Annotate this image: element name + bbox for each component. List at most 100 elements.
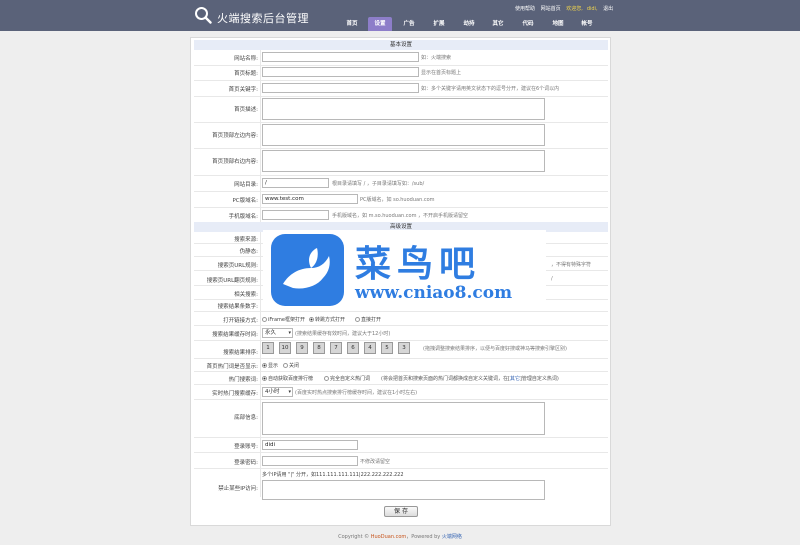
nav-tab-code[interactable]: 代码 bbox=[516, 17, 540, 31]
search-url-rule-label: 搜索页URL规则: bbox=[217, 263, 258, 269]
search-logo-icon bbox=[195, 7, 212, 24]
open-mode-iframe[interactable]: iFrame框架打开 bbox=[262, 316, 305, 323]
mobile-domain-input[interactable] bbox=[262, 210, 329, 220]
row-divider bbox=[194, 65, 608, 66]
footer-site-link[interactable]: HuoDuan.com bbox=[371, 534, 407, 540]
site-dir-hint: 根目录请填写 / ，子目录请填写如：/sub/ bbox=[332, 181, 425, 187]
result-count-label: 搜索结果条数字: bbox=[217, 304, 258, 310]
rank-item[interactable]: 1 bbox=[262, 342, 274, 354]
rank-item[interactable]: 3 bbox=[398, 342, 410, 354]
search-source-label: 搜索来源: bbox=[234, 237, 258, 243]
copyright-text: Copyright © bbox=[338, 534, 370, 540]
radio-button[interactable] bbox=[262, 317, 267, 322]
row-divider bbox=[194, 148, 608, 149]
radio-button[interactable] bbox=[283, 363, 288, 368]
welcome-text: 欢迎您, bbox=[566, 6, 583, 12]
row-divider bbox=[194, 399, 608, 400]
hot-show-on[interactable]: 显示 bbox=[262, 362, 278, 369]
radio-button[interactable] bbox=[324, 376, 329, 381]
hot-cache-select[interactable]: 4小时 ▾ bbox=[262, 387, 293, 397]
rank-item[interactable]: 6 bbox=[347, 342, 359, 354]
top-right-label: 首页顶部右边内容: bbox=[212, 159, 258, 165]
login-pass-hint: 不修改请留空 bbox=[360, 459, 391, 465]
login-pass-input[interactable] bbox=[262, 456, 358, 466]
row-divider bbox=[194, 468, 608, 469]
radio-button-checked[interactable] bbox=[309, 317, 314, 322]
footer-brand-link[interactable]: 火端网络 bbox=[442, 534, 462, 540]
rank-list: 1 10 9 8 7 6 4 5 3 bbox=[262, 342, 422, 356]
row-divider bbox=[194, 175, 608, 176]
pseudo-static-label: 伪静态: bbox=[239, 249, 258, 255]
rank-item[interactable]: 9 bbox=[296, 342, 308, 354]
nav-tab-extend[interactable]: 扩展 bbox=[427, 17, 451, 31]
page-footer: Copyright © HuoDuan.com，Powered by 火端网络 bbox=[0, 533, 800, 540]
hot-words-custom[interactable]: 完全自定义热门词 bbox=[324, 375, 370, 382]
row-divider bbox=[194, 96, 608, 97]
mobile-domain-hint: 手机版域名，如 m.so.huoduan.com ，不开启手机版请留空 bbox=[332, 213, 469, 219]
hot-words-auto[interactable]: 自动获取百度排行榜 bbox=[262, 375, 313, 382]
site-dir-input[interactable]: / bbox=[262, 178, 329, 188]
site-name-hint: 如：火端搜索 bbox=[421, 55, 452, 61]
login-user-input[interactable]: didi bbox=[262, 440, 358, 450]
search-url-page-rule-label: 搜索页URL翻页规则: bbox=[206, 278, 258, 284]
save-button[interactable]: 保 存 bbox=[384, 506, 418, 517]
nav-tab-home[interactable]: 首页 bbox=[340, 17, 364, 31]
home-keywords-label: 首页关键字: bbox=[228, 87, 258, 93]
other-settings-link[interactable]: 其它 bbox=[510, 376, 520, 382]
home-title-input[interactable] bbox=[262, 67, 419, 77]
home-title-label: 首页标题: bbox=[234, 71, 258, 77]
nav-tab-account[interactable]: 帐号 bbox=[575, 17, 599, 31]
row-divider bbox=[194, 207, 608, 208]
radio-button[interactable] bbox=[355, 317, 360, 322]
app-title: 火端搜索后台管理 bbox=[217, 12, 309, 25]
cache-time-select[interactable]: 永久 ▾ bbox=[262, 328, 293, 338]
nav-tab-sitemap[interactable]: 地图 bbox=[546, 17, 570, 31]
home-title-hint: 显示在首页标题上 bbox=[421, 70, 462, 76]
radio-button-checked[interactable] bbox=[262, 363, 267, 368]
footer-info-label: 底部信息: bbox=[234, 415, 258, 421]
rank-item[interactable]: 10 bbox=[279, 342, 291, 354]
open-mode-redirect[interactable]: 转跳方式打开 bbox=[309, 316, 345, 323]
site-name-input[interactable] bbox=[262, 52, 419, 62]
ban-ip-textarea[interactable] bbox=[262, 480, 545, 500]
hot-show-off[interactable]: 关闭 bbox=[283, 362, 299, 369]
home-desc-textarea[interactable] bbox=[262, 98, 545, 120]
hot-cache-hint: (百度实时热点搜索排行榜缓存时间，建议在1小时左右) bbox=[295, 390, 418, 396]
bird-logo-icon bbox=[271, 234, 344, 306]
rank-item[interactable]: 7 bbox=[330, 342, 342, 354]
nav-tab-settings[interactable]: 设置 bbox=[368, 17, 392, 31]
hot-cache-label: 实时热门搜索缓存: bbox=[212, 391, 258, 397]
top-right-textarea[interactable] bbox=[262, 150, 545, 172]
label-divider bbox=[260, 50, 261, 228]
open-mode-direct[interactable]: 直接打开 bbox=[355, 316, 381, 323]
row-divider bbox=[194, 340, 608, 341]
pc-domain-input[interactable]: www.test.com bbox=[262, 194, 358, 204]
rank-item[interactable]: 8 bbox=[313, 342, 325, 354]
nav-tab-other[interactable]: 其它 bbox=[486, 17, 510, 31]
ban-ip-label: 禁止某些IP访问: bbox=[218, 486, 258, 492]
hot-show-label: 首页热门词是否显示: bbox=[206, 364, 258, 370]
top-left-textarea[interactable] bbox=[262, 124, 545, 146]
row-divider bbox=[194, 311, 608, 312]
rank-item[interactable]: 4 bbox=[364, 342, 376, 354]
row-divider bbox=[194, 80, 608, 81]
help-link[interactable]: 使用帮助 bbox=[515, 6, 535, 12]
ban-ip-note: 多个IP请用 "|" 分开，如111.111.111.111|222.222.2… bbox=[262, 472, 404, 478]
search-url-rule-hint: ，不得有特殊字符 bbox=[551, 262, 592, 268]
nav-tab-ads[interactable]: 广告 bbox=[397, 17, 421, 31]
home-link[interactable]: 网站首页 bbox=[541, 6, 561, 12]
footer-info-textarea[interactable] bbox=[262, 402, 545, 435]
hot-words-hint: (将会把首页和搜索页面的热门词都换成自定义关键词，在[其它]管理自定义热词) bbox=[381, 376, 559, 382]
top-left-label: 首页顶部左边内容: bbox=[212, 133, 258, 139]
site-dir-label: 网站目录: bbox=[234, 182, 258, 188]
rank-item[interactable]: 5 bbox=[381, 342, 393, 354]
rank-hint: (拖拽调整搜索结果排序，以便与百度好搜或神马等搜索引擎区别) bbox=[423, 346, 567, 352]
logout-link[interactable]: 退出 bbox=[603, 6, 613, 12]
radio-button-checked[interactable] bbox=[262, 376, 267, 381]
chevron-down-icon: ▾ bbox=[288, 330, 291, 336]
login-pass-label: 登录密码: bbox=[234, 460, 258, 466]
home-keywords-input[interactable] bbox=[262, 83, 419, 93]
login-user-label: 登录账号: bbox=[234, 444, 258, 450]
nav-tab-hijack[interactable]: 劫持 bbox=[457, 17, 481, 31]
row-divider bbox=[194, 371, 608, 372]
